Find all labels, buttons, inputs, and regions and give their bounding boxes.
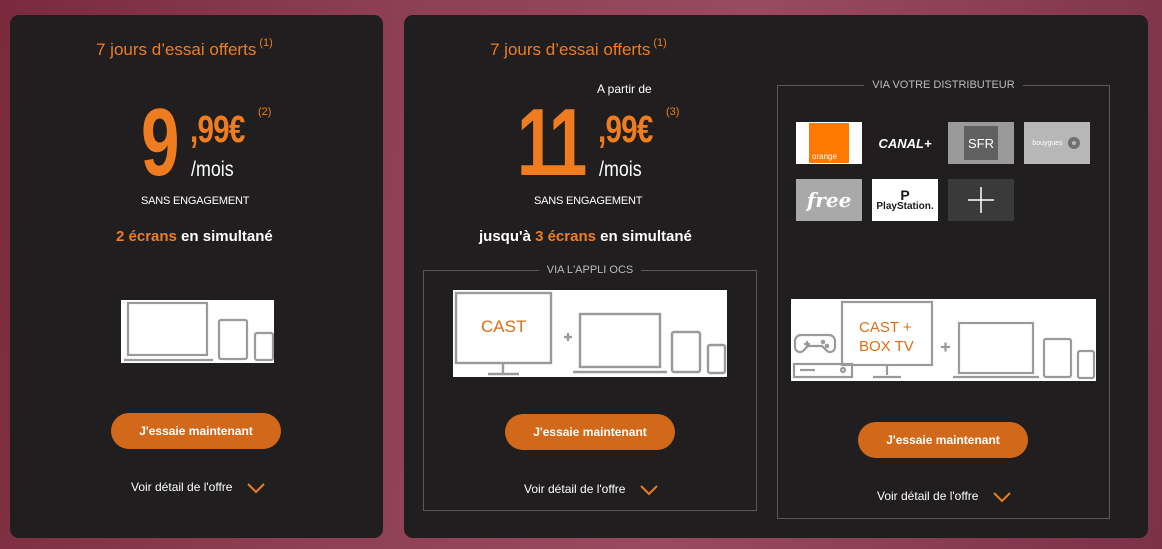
screens-prefix: jusqu'à (479, 228, 536, 245)
offer-card-basic: 7 jours d’essai offerts (1) 9 ,99€ (2) /m… (10, 15, 383, 538)
orange-logo[interactable]: orange (796, 122, 862, 164)
offer-details-label: Voir détail de l'offre (131, 480, 233, 494)
screens-count: 3 écrans (535, 228, 596, 245)
per-month-label: /mois (191, 158, 234, 181)
commitment-label: SANS ENGAGEMENT (141, 195, 250, 207)
chevron-down-icon (247, 483, 265, 494)
more-distributors-button[interactable] (948, 179, 1014, 221)
trial-footnote: (1) (653, 37, 667, 49)
trial-footnote: (1) (259, 37, 273, 49)
offer-card-premium: 7 jours d’essai offerts (1) A partir de 1… (404, 15, 1148, 538)
offer-details-link[interactable]: Voir détail de l'offre (524, 482, 659, 496)
playstation-symbol-icon: P (900, 187, 910, 203)
distributor-group-label: VIA VOTRE DISTRIBUTEUR (778, 78, 1109, 92)
cast-devices-illustration: CAST (453, 290, 727, 377)
try-now-button[interactable]: J'essaie maintenant (505, 414, 675, 450)
free-logo[interactable]: free (796, 179, 862, 221)
chevron-down-icon (993, 492, 1011, 503)
plus-icon (968, 187, 994, 213)
canal-plus-logo[interactable]: CANAL+ (872, 122, 938, 164)
simultaneous-screens: jusqu'à 3 écrans en simultané (479, 228, 692, 245)
app-group-label: VIA L'APPLI OCS (424, 263, 756, 277)
offer-details-label: Voir détail de l'offre (877, 489, 979, 503)
offer-details-link[interactable]: Voir détail de l'offre (131, 480, 266, 494)
chevron-down-icon (640, 485, 658, 496)
trial-text: 7 jours d’essai offerts (96, 40, 257, 59)
from-label: A partir de (597, 82, 652, 96)
price-footnote: (3) (666, 106, 680, 118)
offer-details-link[interactable]: Voir détail de l'offre (877, 489, 1012, 503)
cast-box-label-line2: BOX TV (859, 338, 914, 355)
screens-suffix: en simultané (176, 228, 273, 245)
trial-text: 7 jours d’essai offerts (490, 40, 651, 59)
playstation-logo[interactable]: P PlayStation. (872, 179, 938, 221)
price-cents: ,99€ (190, 109, 245, 151)
distributor-group: VIA VOTRE DISTRIBUTEUR orange CANAL+ SFR… (777, 79, 1110, 519)
simultaneous-screens: 2 écrans en simultané (116, 228, 273, 245)
cast-label: CAST (481, 317, 526, 336)
sfr-logo[interactable]: SFR (948, 122, 1014, 164)
commitment-label: SANS ENGAGEMENT (534, 195, 643, 207)
offer-details-label: Voir détail de l'offre (524, 482, 626, 496)
try-now-button[interactable]: J'essaie maintenant (111, 413, 281, 449)
price-cents: ,99€ (598, 109, 653, 151)
bouygues-swirl-icon (1067, 137, 1080, 149)
trial-headline: 7 jours d’essai offerts (1) (96, 37, 273, 60)
price-footnote: (2) (258, 106, 272, 118)
try-now-button[interactable]: J'essaie maintenant (858, 422, 1028, 458)
screens-count: 2 écrans (116, 228, 177, 245)
price-integer: 9 (141, 89, 179, 196)
devices-illustration (121, 300, 275, 363)
cast-box-label-line1: CAST + (859, 319, 912, 336)
bouygues-logo[interactable]: bouygues (1024, 122, 1090, 164)
trial-headline: 7 jours d’essai offerts (1) (490, 37, 667, 60)
app-group: VIA L'APPLI OCS CAST J'essaie maintenant (423, 264, 757, 511)
price-integer: 11 (517, 89, 587, 196)
per-month-label: /mois (599, 158, 642, 181)
cast-box-devices-illustration: CAST + BOX TV (791, 299, 1096, 381)
screens-suffix: en simultané (595, 228, 692, 245)
